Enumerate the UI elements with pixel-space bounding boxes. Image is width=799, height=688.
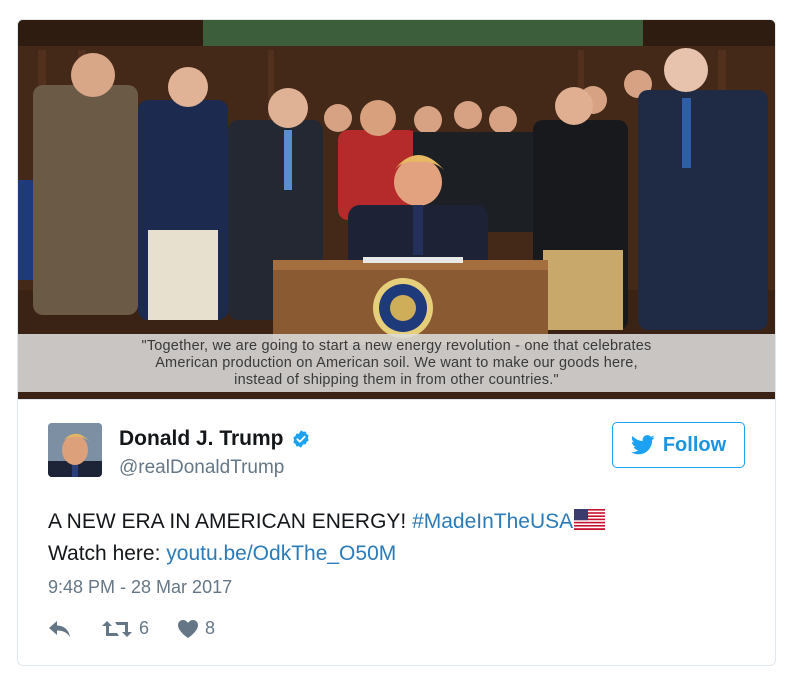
- quote-line-3: instead of shipping them in from other c…: [234, 372, 559, 388]
- tweet-text: A NEW ERA IN AMERICAN ENERGY! #MadeInThe…: [48, 506, 748, 570]
- author-name-row[interactable]: Donald J. Trump: [119, 427, 311, 451]
- tweet-text-line-2: Watch here: youtu.be/OdkThe_O50M: [48, 538, 748, 570]
- us-flag-icon: [574, 509, 606, 530]
- reply-button[interactable]: [48, 620, 72, 638]
- like-button[interactable]: 8: [177, 618, 215, 639]
- watch-here-text: Watch here:: [48, 542, 167, 565]
- photo-caption-quote: "Together, we are going to start a new e…: [18, 334, 775, 392]
- retweet-icon: [102, 620, 132, 637]
- heart-icon: [178, 619, 199, 638]
- tweet-actions: 6 8: [48, 618, 215, 639]
- retweet-count: 6: [139, 618, 150, 638]
- embedded-tweet-card: "Together, we are going to start a new e…: [17, 19, 776, 666]
- twitter-bird-icon: [630, 435, 655, 455]
- avatar[interactable]: [48, 423, 102, 477]
- tweet-text-line-1: A NEW ERA IN AMERICAN ENERGY! #MadeInThe…: [48, 506, 748, 538]
- youtube-link[interactable]: youtu.be/OdkThe_O50M: [166, 542, 396, 565]
- hashtag-link[interactable]: #MadeInTheUSA: [412, 510, 573, 533]
- follow-label: Follow: [662, 433, 727, 456]
- profile-photo-icon: [48, 423, 102, 477]
- verified-badge-icon: [292, 430, 309, 448]
- tweet-headline: A NEW ERA IN AMERICAN ENERGY!: [48, 510, 413, 533]
- quote-line-1: "Together, we are going to start a new e…: [141, 338, 652, 354]
- tweet-media-photo[interactable]: "Together, we are going to start a new e…: [18, 20, 775, 400]
- retweet-button[interactable]: 6: [102, 618, 149, 639]
- like-count: 8: [205, 618, 216, 638]
- author-handle[interactable]: @realDonaldTrump: [119, 457, 284, 479]
- author-name[interactable]: Donald J. Trump: [119, 427, 284, 451]
- reply-icon: [49, 620, 70, 637]
- follow-button[interactable]: Follow: [612, 422, 745, 468]
- quote-line-2: American production on American soil. We…: [155, 355, 638, 371]
- tweet-timestamp[interactable]: 9:48 PM - 28 Mar 2017: [48, 577, 232, 598]
